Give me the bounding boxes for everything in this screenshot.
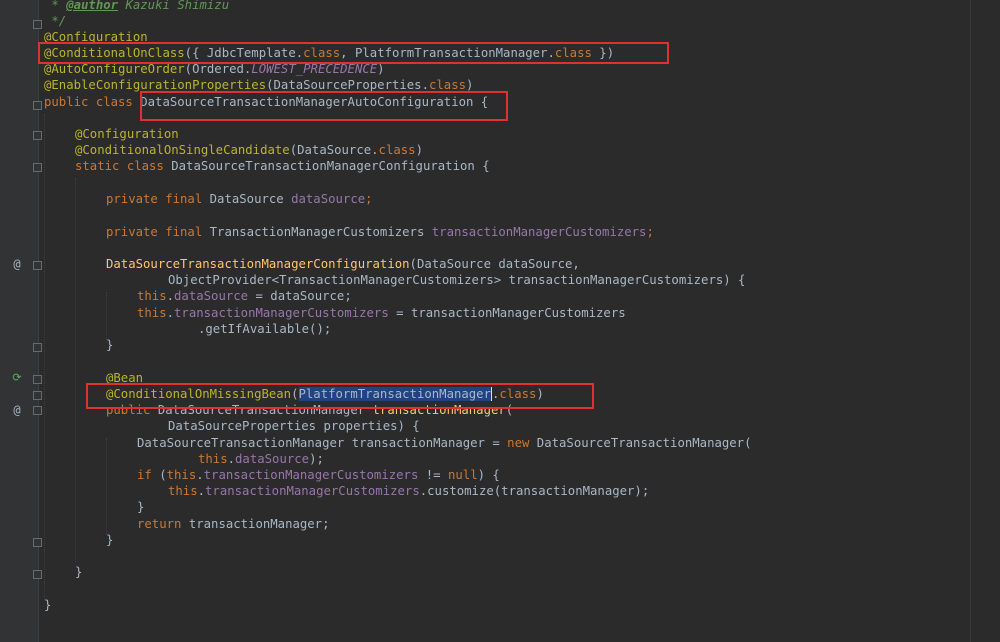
code-text: (DataSource dataSource, [409, 257, 580, 271]
keyword: new [507, 436, 537, 450]
keyword: if [137, 468, 160, 482]
code-text: (DataSource. [289, 143, 379, 157]
class-name: DataSourceTransactionManagerConfiguratio… [171, 159, 490, 173]
code-line: this.dataSource = dataSource; [137, 288, 352, 304]
code-line: ObjectProvider<TransactionManagerCustomi… [168, 272, 745, 288]
code-line: private final TransactionManagerCustomiz… [106, 224, 654, 240]
code-line: */ [44, 13, 66, 29]
code-text: ; [365, 192, 373, 206]
keyword: private final [106, 192, 210, 206]
code-line: @Configuration [75, 126, 179, 142]
code-text: DataSourceTransactionManager transaction… [137, 436, 508, 450]
code-line: .getIfAvailable(); [198, 321, 331, 337]
keyword: this [198, 452, 228, 466]
code-text: TransactionManagerCustomizers [209, 225, 432, 239]
code-line: DataSourceTransactionManager transaction… [137, 435, 752, 451]
keyword: return [137, 517, 189, 531]
code-text: ) { [477, 468, 500, 482]
highlight-box-class-name [140, 91, 508, 121]
constant: LOWEST_PRECEDENCE [251, 62, 378, 76]
highlight-box-conditional-on-class [38, 42, 669, 64]
comment-text: */ [44, 14, 67, 28]
code-text: . [196, 468, 204, 482]
code-text: . [197, 484, 206, 498]
code-text: ) [466, 78, 474, 92]
comment-text: Kazuki Shimizu [118, 0, 230, 12]
keyword: this [166, 468, 197, 482]
keyword: private final [106, 225, 210, 239]
annotation: @AutoConfigureOrder [44, 62, 185, 76]
code-text: != [418, 468, 448, 482]
javadoc-tag: @author [66, 0, 119, 12]
keyword: class [378, 143, 416, 157]
annotation: @ConditionalOnSingleCandidate [75, 143, 290, 157]
keyword: class [428, 78, 467, 92]
code-text: . [166, 289, 175, 303]
code-text: = transactionManagerCustomizers [388, 306, 626, 320]
code-text: (DataSourceProperties. [266, 78, 429, 92]
code-text: DataSourceTransactionManager( [536, 436, 752, 450]
code-text: ObjectProvider<TransactionManagerCustomi… [168, 273, 746, 287]
field: dataSource [174, 289, 249, 303]
keyword: this [168, 484, 198, 498]
field: transactionManagerCustomizers [174, 306, 389, 320]
highlight-box-conditional-on-missing-bean [86, 383, 594, 409]
code-line: if (this.transactionManagerCustomizers !… [137, 467, 500, 483]
annotation: @Configuration [75, 127, 179, 141]
code-line: this.transactionManagerCustomizers = tra… [137, 305, 626, 321]
code-text: transactionManager; [188, 517, 330, 531]
code-line: } [44, 597, 51, 613]
field: transactionManagerCustomizers [205, 484, 420, 498]
code-text: = dataSource; [248, 289, 352, 303]
code-text: DataSource [209, 192, 292, 206]
code-text: } [75, 565, 83, 579]
code-text: ) [377, 62, 385, 76]
code-text: . [227, 452, 236, 466]
code-line: return transactionManager; [137, 516, 330, 532]
code-line: @ConditionalOnSingleCandidate(DataSource… [75, 142, 423, 158]
code-line: this.dataSource); [198, 451, 324, 467]
code-text: } [137, 500, 145, 514]
constructor-name: DataSourceTransactionManagerConfiguratio… [106, 257, 410, 271]
keyword: static class [75, 159, 172, 173]
field: transactionManagerCustomizers [431, 225, 647, 239]
code-text: (Ordered. [184, 62, 252, 76]
field: dataSource [235, 452, 310, 466]
code-text: ( [159, 468, 167, 482]
field: dataSource [291, 192, 366, 206]
code-line: DataSourceProperties properties) { [168, 418, 420, 434]
code-text: ; [646, 225, 654, 239]
keyword: this [137, 306, 167, 320]
code-line: } [137, 499, 144, 515]
code-line: } [75, 564, 82, 580]
code-line: } [106, 337, 113, 353]
code-text: } [44, 598, 52, 612]
code-line: this.transactionManagerCustomizers.custo… [168, 483, 649, 499]
code-text: DataSourceProperties properties) { [168, 419, 420, 433]
annotation: @EnableConfigurationProperties [44, 78, 267, 92]
code-line: static class DataSourceTransactionManage… [75, 158, 490, 174]
code-text: ); [309, 452, 324, 466]
code-line: DataSourceTransactionManagerConfiguratio… [106, 256, 580, 272]
code-text: . [166, 306, 175, 320]
code-text: .customize(transactionManager); [419, 484, 650, 498]
code-line: private final DataSource dataSource; [106, 191, 373, 207]
keyword: public class [44, 95, 141, 109]
code-line: * @author Kazuki Shimizu [44, 0, 229, 13]
code-text: ) [415, 143, 423, 157]
code-text: } [106, 533, 114, 547]
code-text: .getIfAvailable(); [198, 322, 332, 336]
code-text: } [106, 338, 114, 352]
code-line: } [106, 532, 113, 548]
keyword: this [137, 289, 167, 303]
field: transactionManagerCustomizers [203, 468, 419, 482]
comment-text: * [44, 0, 67, 12]
keyword: null [447, 468, 478, 482]
